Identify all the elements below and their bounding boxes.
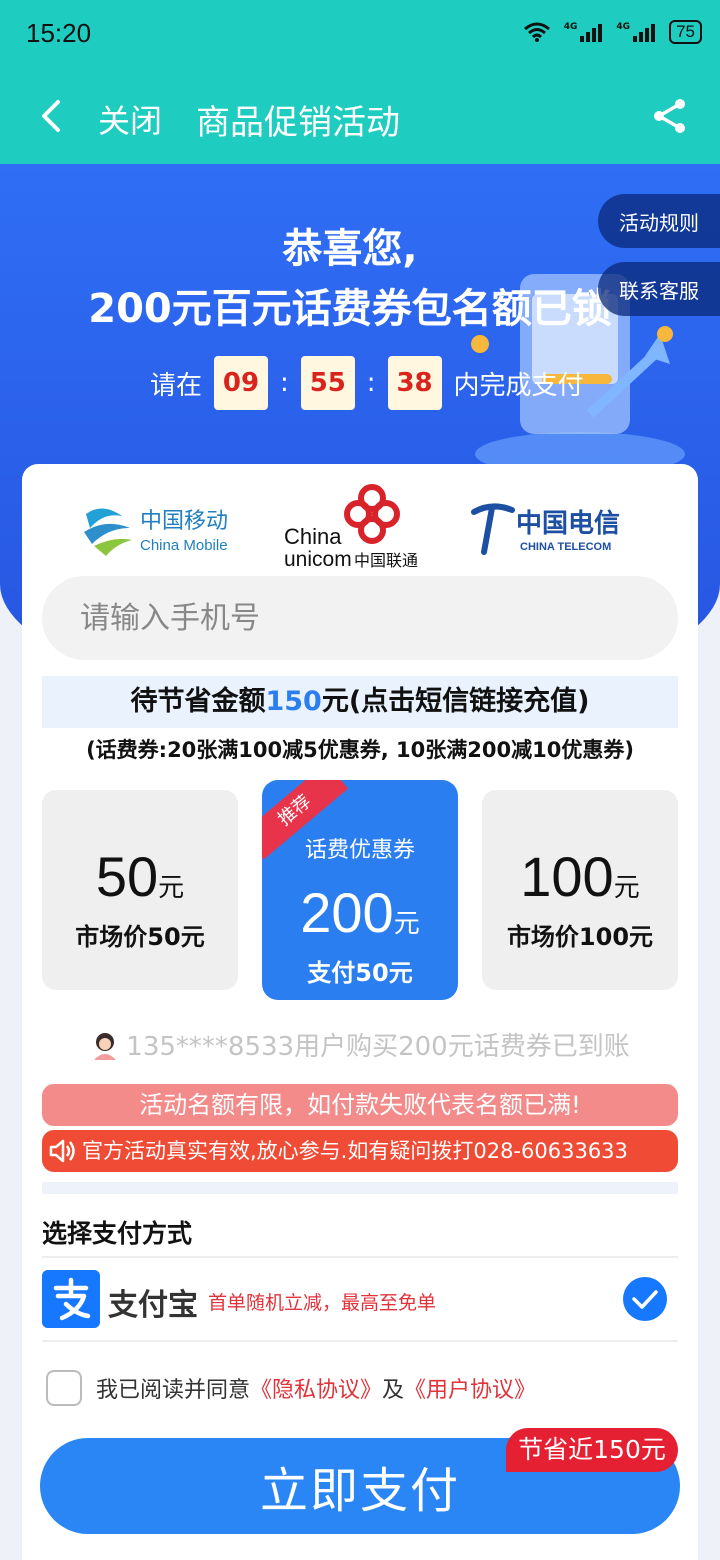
quota-warning: 活动名额有限，如付款失败代表名额已满! [42, 1084, 678, 1126]
phone-number-input[interactable] [42, 576, 678, 660]
user-agreement-link[interactable]: 《用户协议》 [404, 1378, 536, 1403]
wifi-icon [523, 22, 550, 42]
signal-icon: 4G [616, 22, 656, 42]
timer-separator: : [280, 368, 289, 398]
timer-minutes: 55 [300, 356, 355, 410]
agreement-checkbox[interactable] [46, 1370, 82, 1406]
timer-hours: 09 [214, 356, 269, 410]
purchase-notification: 135****8533用户购买200元话费券已到账 [22, 1026, 698, 1063]
timer-suffix: 内完成支付 [453, 370, 584, 401]
savings-badge: 节省近150元 [506, 1428, 678, 1472]
timer-seconds: 38 [387, 356, 442, 410]
status-bar: 15:20 4G 4G 75 [0, 0, 720, 68]
payment-method-alipay[interactable]: 支付宝 首单随机立减，最高至免单 [42, 1270, 678, 1336]
unicom-en-1: China [284, 524, 342, 549]
payment-section-label: 选择支付方式 [42, 1219, 193, 1248]
china-telecom-logo-icon: 中国电信 CHINA TELECOM [471, 503, 620, 555]
divider [42, 1340, 678, 1342]
selected-check-icon[interactable] [622, 1276, 668, 1322]
telecom-en: CHINA TELECOM [520, 541, 611, 553]
share-icon[interactable] [650, 96, 690, 136]
unicom-cn: 中国联通 [354, 551, 418, 570]
hero-subtitle: 200元百元话费券包名额已锁 [88, 286, 612, 332]
speaker-icon [49, 1139, 75, 1163]
option-50[interactable]: 50元 市场价50元 [42, 790, 238, 990]
main-card: 中国移动 China Mobile China unicom 中国联通 中国电信… [22, 464, 698, 1560]
official-notice: 官方活动真实有效,放心参与.如有疑问拨打028-60633633 [42, 1130, 678, 1172]
back-arrow-icon[interactable] [34, 96, 74, 136]
payment-method-promo: 首单随机立减，最高至免单 [208, 1292, 437, 1314]
option-100[interactable]: 100元 市场价100元 [482, 790, 678, 990]
status-time: 15:20 [26, 18, 92, 48]
support-button[interactable]: 联系客服 [598, 262, 720, 316]
savings-banner[interactable]: 待节省金额150元(点击短信链接充值) [42, 676, 678, 728]
rules-button[interactable]: 活动规则 [598, 194, 720, 248]
privacy-link[interactable]: 《隐私协议》 [250, 1378, 382, 1403]
alipay-logo-icon [42, 1270, 100, 1328]
payment-method-name: 支付宝 [108, 1288, 198, 1323]
page-title: 商品促销活动 [196, 103, 400, 143]
hero-title: 恭喜您, [282, 226, 418, 272]
china-unicom-logo-icon: China unicom 中国联通 [284, 484, 418, 571]
user-avatar-icon [94, 1032, 117, 1060]
carrier-logos: 中国移动 China Mobile China unicom 中国联通 中国电信… [84, 484, 620, 571]
close-button[interactable]: 关闭 [98, 96, 162, 142]
divider [42, 1256, 678, 1258]
status-icons: 4G 4G 75 [523, 20, 702, 44]
battery-icon: 75 [669, 20, 702, 44]
option-200-featured[interactable]: 推荐 话费优惠券 200元 支付50元 [262, 780, 458, 1000]
timer-prefix: 请在 [150, 370, 203, 401]
countdown-timer: 请在 09 : 55 : 38 内完成支付 [150, 356, 584, 410]
agreement-row: 我已阅读并同意《隐私协议》及《用户协议》 [46, 1370, 536, 1406]
china-mobile-en: China Mobile [140, 537, 228, 554]
unicom-en-2: unicom [284, 548, 352, 571]
signal-icon: 4G [564, 22, 603, 42]
telecom-cn: 中国电信 [516, 509, 620, 539]
china-mobile-logo-icon: 中国移动 China Mobile [84, 508, 228, 556]
timer-separator: : [366, 368, 376, 398]
nav-bar: 关闭 商品促销活动 [0, 68, 720, 164]
china-mobile-cn: 中国移动 [140, 509, 228, 534]
coupon-description: (话费券:20张满100减5优惠券, 10张满200减10优惠券) [86, 738, 634, 762]
section-divider [42, 1182, 678, 1194]
